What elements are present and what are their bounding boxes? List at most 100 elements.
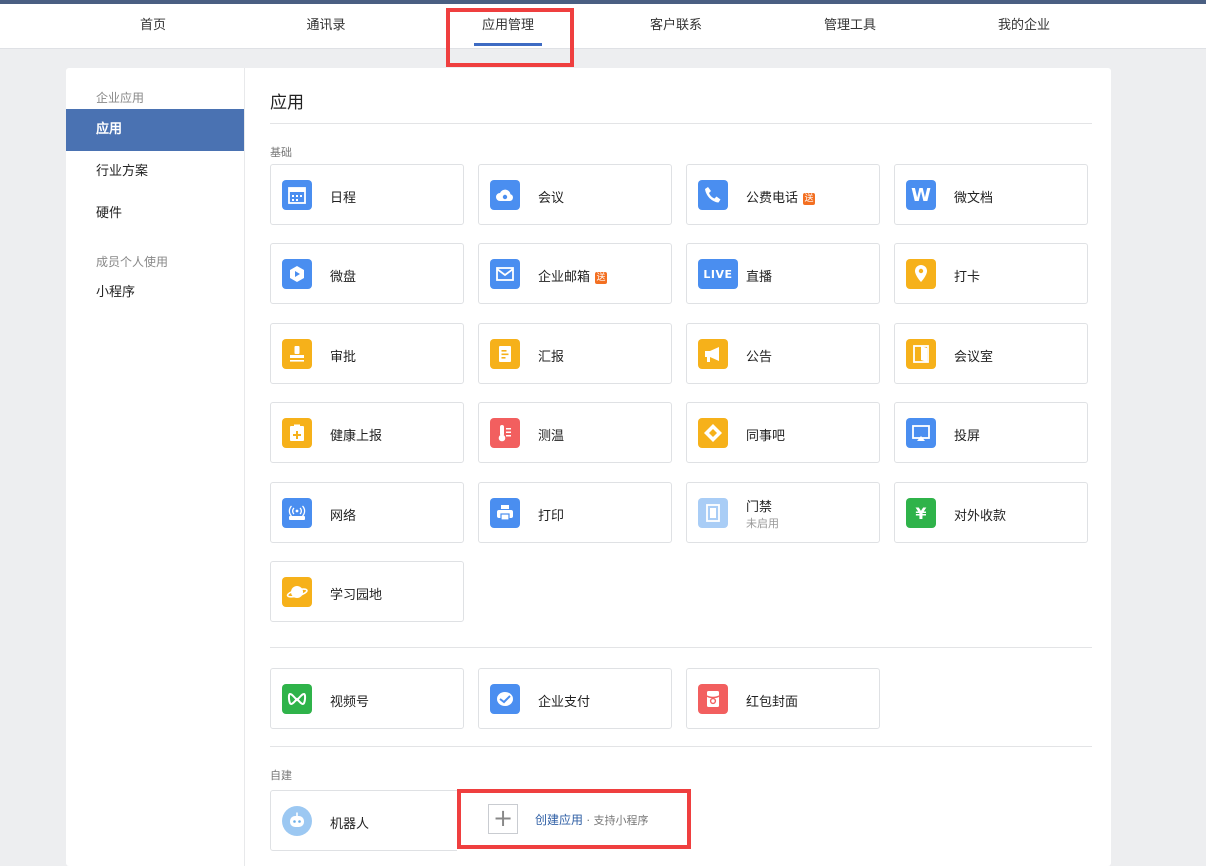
report-icon <box>490 339 520 369</box>
sidebar-item-mini-programs[interactable]: 小程序 <box>66 272 244 314</box>
app-name: 学习园地 <box>330 588 383 603</box>
app-name: 微盘 <box>330 270 357 285</box>
app-tile-drive[interactable]: 微盘 <box>270 243 464 304</box>
app-name: 会议室 <box>954 350 994 365</box>
app-tile-screencast[interactable]: 投屏 <box>894 402 1088 463</box>
community-icon <box>698 418 728 448</box>
app-name: 打印 <box>538 509 565 524</box>
create-app-button[interactable]: + 创建应用 · 支持小程序 <box>457 790 667 851</box>
app-tile-meeting-room[interactable]: 会议室 <box>894 323 1088 384</box>
mail-icon <box>490 259 520 289</box>
drive-icon <box>282 259 312 289</box>
app-status: 未启用 <box>746 517 779 530</box>
health-report-icon <box>282 418 312 448</box>
app-tile-external-payment[interactable]: ¥ 对外收款 <box>894 482 1088 543</box>
app-tile-temperature[interactable]: 测温 <box>478 402 672 463</box>
nav-management-tools[interactable]: 管理工具 <box>790 4 910 48</box>
calendar-icon <box>282 180 312 210</box>
megaphone-icon <box>698 339 728 369</box>
app-tile-network[interactable]: 网络 <box>270 482 464 543</box>
app-name: 同事吧 <box>746 429 786 444</box>
nav-my-enterprise[interactable]: 我的企业 <box>964 4 1084 48</box>
printer-icon <box>490 498 520 528</box>
router-icon <box>282 498 312 528</box>
app-tile-calendar[interactable]: 日程 <box>270 164 464 225</box>
channels-icon <box>282 684 312 714</box>
divider <box>270 746 1092 747</box>
thermometer-icon <box>490 418 520 448</box>
app-name: 网络 <box>330 509 357 524</box>
app-tile-red-packet-cover[interactable]: 红包封面 <box>686 668 880 729</box>
app-tile-print[interactable]: 打印 <box>478 482 672 543</box>
app-tile-approval[interactable]: 审批 <box>270 323 464 384</box>
app-tile-learning[interactable]: 学习园地 <box>270 561 464 622</box>
live-icon: LIVE <box>698 259 738 289</box>
app-name: 企业支付 <box>538 695 591 710</box>
app-name: 汇报 <box>538 350 565 365</box>
pay-icon <box>490 684 520 714</box>
red-packet-icon <box>698 684 728 714</box>
app-name: 公告 <box>746 350 773 365</box>
sidebar-section-personal-use: 成员个人使用 <box>96 255 169 269</box>
app-name: 审批 <box>330 350 357 365</box>
app-name: 机器人 <box>330 817 370 832</box>
app-tile-meeting[interactable]: 会议 <box>478 164 672 225</box>
yuan-shield-icon: ¥ <box>906 498 936 528</box>
app-tile-live[interactable]: LIVE 直播 <box>686 243 880 304</box>
cloud-meeting-icon <box>490 180 520 210</box>
app-name: 微文档 <box>954 191 994 206</box>
app-name: 健康上报 <box>330 429 383 444</box>
app-tile-announcement[interactable]: 公告 <box>686 323 880 384</box>
gift-badge: 送 <box>803 193 816 205</box>
plus-icon: + <box>488 804 518 834</box>
app-tile-paid-call[interactable]: 公费电话送 <box>686 164 880 225</box>
app-tile-report[interactable]: 汇报 <box>478 323 672 384</box>
app-name: 日程 <box>330 191 357 206</box>
stamp-icon <box>282 339 312 369</box>
content-area: 应用 基础 日程 会议 公费电话送 W 微文档 微盘 企业邮箱送 LIVE 直播… <box>245 68 1111 866</box>
app-tile-access-control[interactable]: 门禁 未启用 <box>686 482 880 543</box>
app-tile-robot[interactable]: 机器人 <box>270 790 464 851</box>
word-doc-icon: W <box>906 180 936 210</box>
section-label-basic: 基础 <box>270 146 292 159</box>
app-tile-colleague-bar[interactable]: 同事吧 <box>686 402 880 463</box>
page-title: 应用 <box>270 93 304 113</box>
app-tile-wedoc[interactable]: W 微文档 <box>894 164 1088 225</box>
sidebar: 企业应用 应用 行业方案 硬件 成员个人使用 小程序 <box>66 68 245 866</box>
divider <box>270 123 1092 124</box>
app-tile-checkin[interactable]: 打卡 <box>894 243 1088 304</box>
section-label-custom: 自建 <box>270 769 292 782</box>
sidebar-item-hardware[interactable]: 硬件 <box>66 193 244 235</box>
app-name: 企业邮箱送 <box>538 270 608 285</box>
gift-badge: 送 <box>595 272 608 284</box>
app-tile-mail[interactable]: 企业邮箱送 <box>478 243 672 304</box>
divider <box>270 647 1092 648</box>
sidebar-section-enterprise-apps: 企业应用 <box>96 91 145 105</box>
nav-home[interactable]: 首页 <box>93 4 213 48</box>
app-tile-channels[interactable]: 视频号 <box>270 668 464 729</box>
phone-icon <box>698 180 728 210</box>
app-name: 红包封面 <box>746 695 799 710</box>
app-name: 打卡 <box>954 270 981 285</box>
location-pin-icon <box>906 259 936 289</box>
app-tile-enterprise-pay[interactable]: 企业支付 <box>478 668 672 729</box>
door-icon <box>906 339 936 369</box>
sidebar-item-industry-solutions[interactable]: 行业方案 <box>66 151 244 193</box>
main-panel: 企业应用 应用 行业方案 硬件 成员个人使用 小程序 应用 基础 日程 会议 公… <box>66 68 1111 866</box>
nav-app-management[interactable]: 应用管理 <box>448 4 568 48</box>
nav-customer-contact[interactable]: 客户联系 <box>616 4 736 48</box>
planet-icon <box>282 577 312 607</box>
sidebar-item-apps[interactable]: 应用 <box>66 109 244 151</box>
create-app-label: 创建应用 · 支持小程序 <box>535 813 649 827</box>
access-door-icon <box>698 498 728 528</box>
nav-contacts[interactable]: 通讯录 <box>266 4 386 48</box>
app-name: 投屏 <box>954 429 981 444</box>
app-tile-health-report[interactable]: 健康上报 <box>270 402 464 463</box>
robot-icon <box>282 806 312 836</box>
app-name: 对外收款 <box>954 509 1007 524</box>
app-name: 视频号 <box>330 695 370 710</box>
app-name: 公费电话送 <box>746 191 816 206</box>
app-name: 门禁 <box>746 500 773 515</box>
top-navigation: 首页 通讯录 应用管理 客户联系 管理工具 我的企业 <box>0 4 1206 49</box>
screencast-icon <box>906 418 936 448</box>
